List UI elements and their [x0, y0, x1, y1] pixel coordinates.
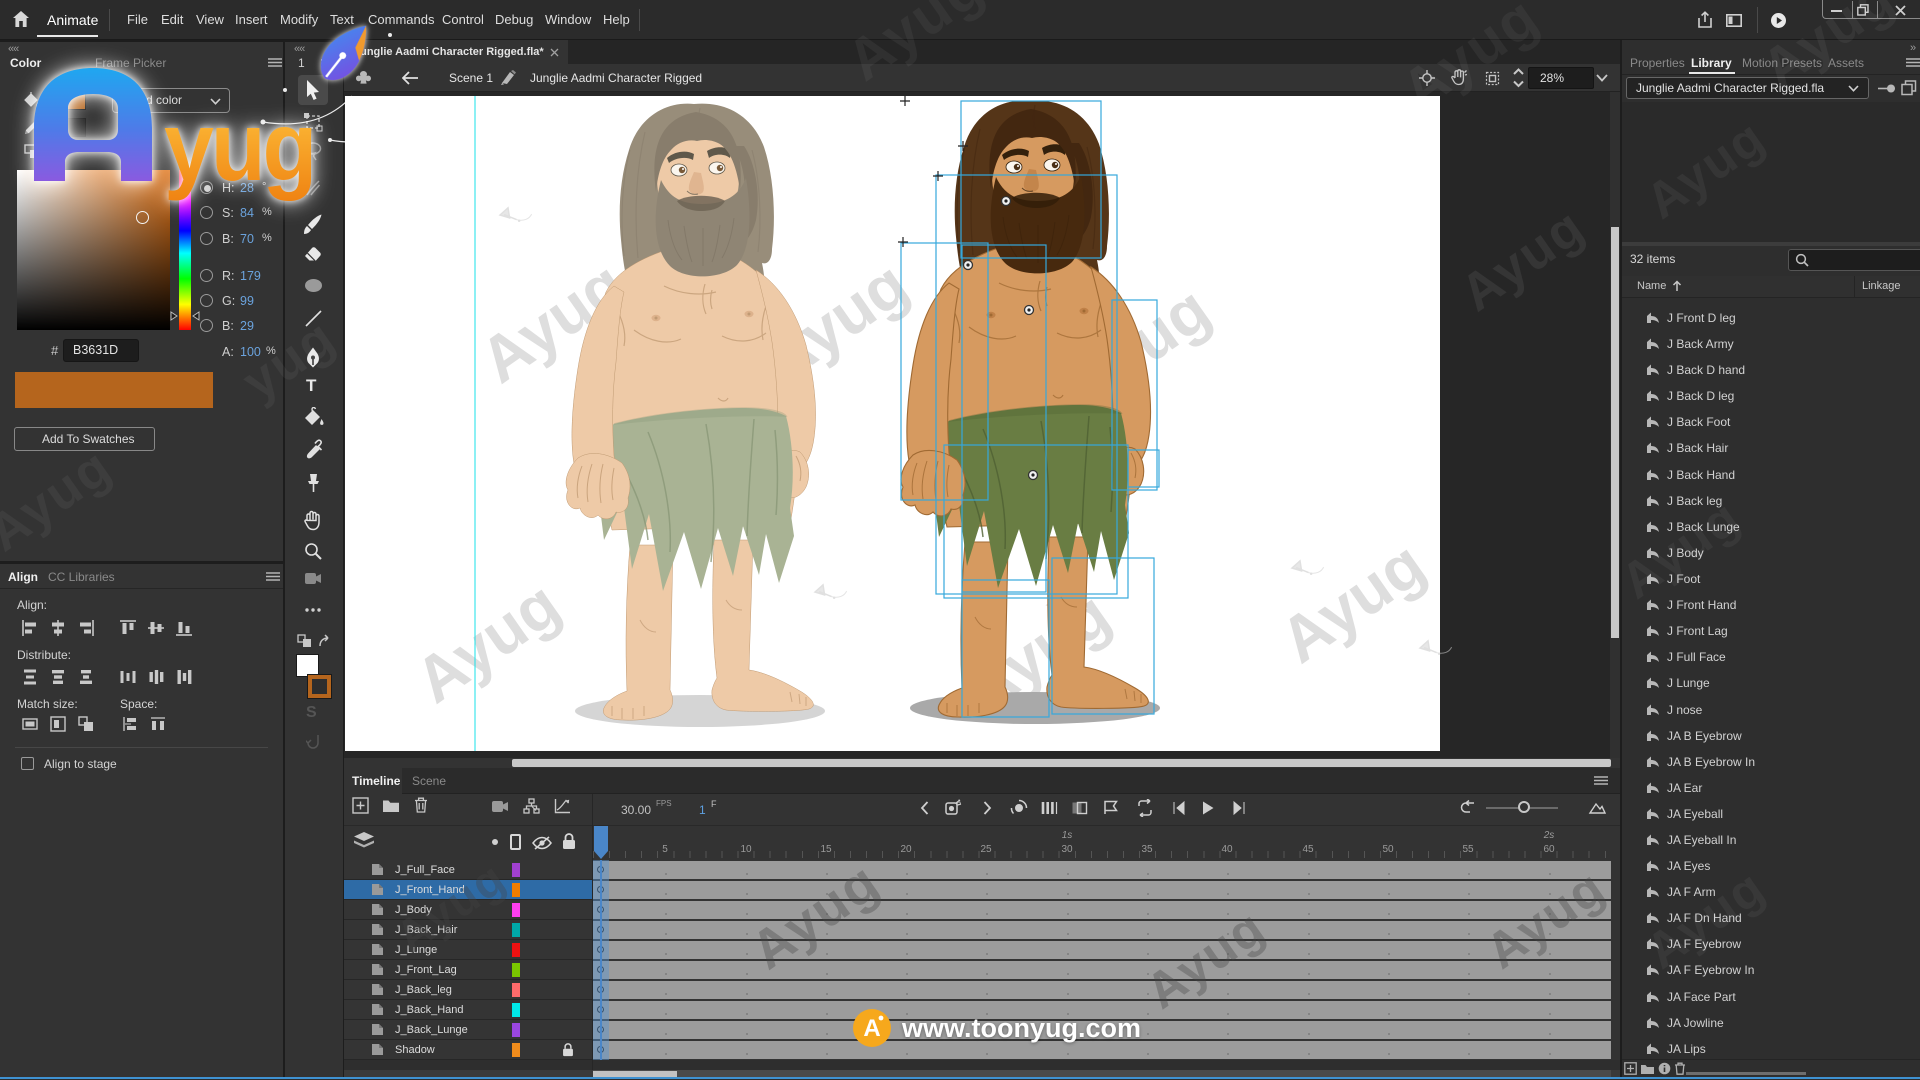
svg-text:A: A [957, 800, 961, 806]
svg-text:yug: yug [164, 91, 314, 201]
svg-text:A: A [863, 1015, 880, 1042]
